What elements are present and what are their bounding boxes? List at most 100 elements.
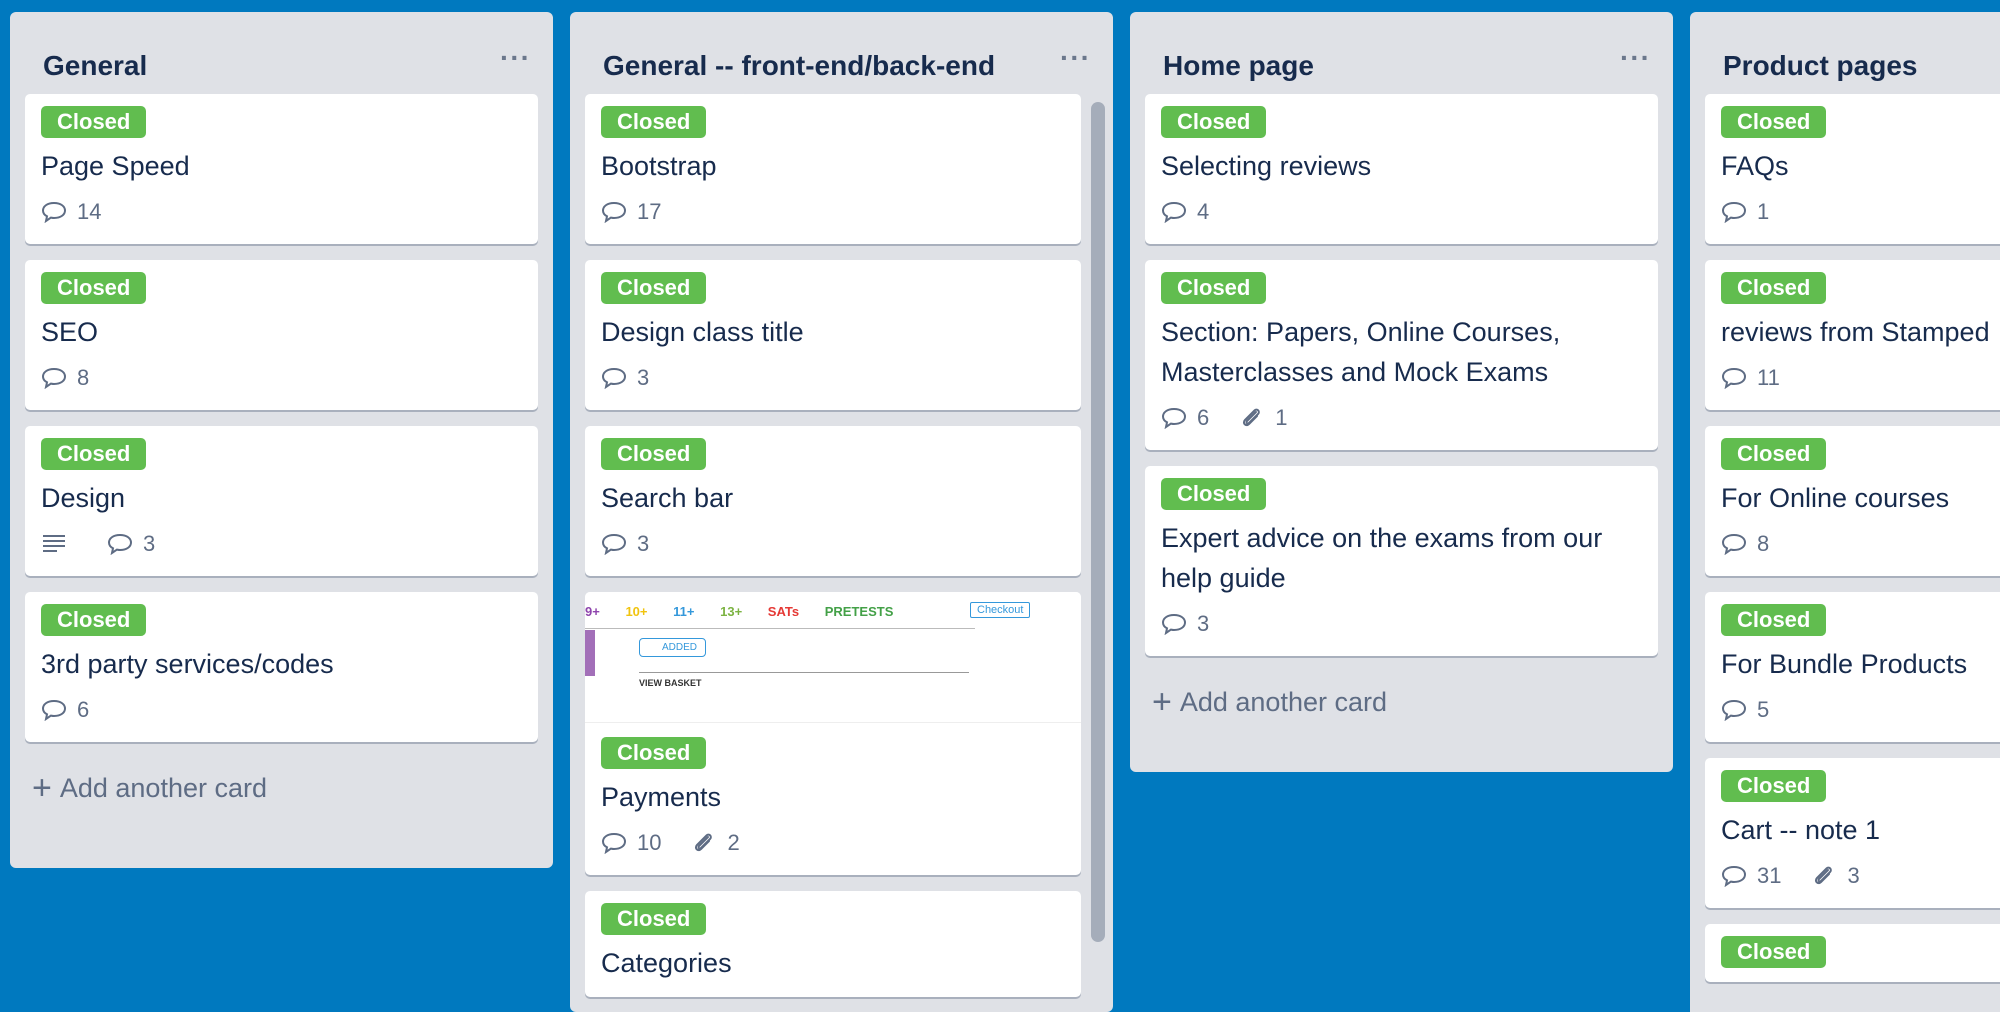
card-title: For Bundle Products bbox=[1721, 649, 1968, 679]
comment-icon bbox=[601, 201, 627, 223]
card[interactable]: Closed For Bundle Products 5 bbox=[1705, 592, 2000, 742]
label-closed[interactable]: Closed bbox=[41, 604, 147, 636]
label-closed[interactable]: Closed bbox=[1721, 604, 1827, 636]
label-closed[interactable]: Closed bbox=[601, 106, 707, 138]
card-title: For Online courses bbox=[1721, 483, 1950, 513]
cover-tab: 10+ bbox=[625, 604, 648, 619]
comments-badge: 3 bbox=[107, 531, 155, 557]
comment-icon bbox=[601, 367, 627, 389]
card[interactable]: Closed Selecting reviews 4 bbox=[1145, 94, 1658, 244]
add-card-button[interactable]: + Add another card bbox=[1130, 672, 1673, 732]
comment-icon bbox=[107, 533, 133, 555]
card-badges: 8 bbox=[1721, 526, 2000, 562]
cover-tab: SATs bbox=[767, 604, 800, 619]
comment-count: 5 bbox=[1757, 697, 1770, 722]
comment-icon bbox=[1721, 865, 1747, 887]
card[interactable]: Closed reviews from Stamped 11 bbox=[1705, 260, 2000, 410]
card-title: Payments bbox=[601, 782, 722, 812]
card-badges: 14 bbox=[41, 194, 522, 230]
card-badges: 6 1 bbox=[1161, 400, 1642, 436]
list-menu-button[interactable]: ··· bbox=[1060, 42, 1091, 74]
comment-icon bbox=[1161, 407, 1187, 429]
card-list: Closed Page Speed 14 Closed SEO 8 Closed… bbox=[10, 94, 553, 742]
card[interactable]: Closed Design class title 3 bbox=[585, 260, 1081, 410]
label-closed[interactable]: Closed bbox=[1721, 106, 1827, 138]
card[interactable]: Closed For Online courses 8 bbox=[1705, 426, 2000, 576]
plus-icon: + bbox=[32, 769, 52, 807]
card-badges: 3 bbox=[1161, 606, 1642, 642]
label-closed[interactable]: Closed bbox=[601, 903, 707, 935]
card[interactable]: Closed FAQs 1 bbox=[1705, 94, 2000, 244]
attachment-count: 2 bbox=[727, 830, 740, 855]
comment-icon bbox=[1721, 533, 1747, 555]
card[interactable]: Closed Page Speed 14 bbox=[25, 94, 538, 244]
card[interactable]: Closed Search bar 3 bbox=[585, 426, 1081, 576]
label-closed[interactable]: Closed bbox=[1721, 438, 1827, 470]
card-badges: 11 bbox=[1721, 360, 2000, 396]
list-menu-button[interactable]: ··· bbox=[500, 42, 531, 74]
card[interactable]: Closed bbox=[1705, 924, 2000, 982]
comments-badge: 31 bbox=[1721, 863, 1781, 889]
label-closed[interactable]: Closed bbox=[41, 438, 147, 470]
list-scrollbar[interactable] bbox=[1091, 102, 1105, 942]
comment-icon bbox=[1161, 613, 1187, 635]
list-header: General -- front-end/back-end ··· bbox=[570, 12, 1113, 94]
card-title: reviews from Stamped bbox=[1721, 317, 1990, 347]
label-closed[interactable]: Closed bbox=[601, 438, 707, 470]
card-title: 3rd party services/codes bbox=[41, 649, 334, 679]
card-title: Bootstrap bbox=[601, 151, 717, 181]
label-closed[interactable]: Closed bbox=[601, 737, 707, 769]
card-title: Design bbox=[41, 483, 126, 513]
comment-count: 8 bbox=[77, 365, 90, 390]
card-title: Selecting reviews bbox=[1161, 151, 1372, 181]
attachment-count: 3 bbox=[1847, 863, 1860, 888]
label-closed[interactable]: Closed bbox=[41, 272, 147, 304]
label-closed[interactable]: Closed bbox=[1161, 478, 1267, 510]
label-closed[interactable]: Closed bbox=[1161, 272, 1267, 304]
comments-badge: 11 bbox=[1721, 365, 1780, 391]
card-title: Section: Papers, Online Courses, Masterc… bbox=[1161, 317, 1561, 387]
card[interactable]: Closed Bootstrap 17 bbox=[585, 94, 1081, 244]
list-title[interactable]: Product pages bbox=[1723, 50, 1917, 82]
card[interactable]: Closed Cart -- note 1 31 3 bbox=[1705, 758, 2000, 908]
comment-count: 3 bbox=[143, 531, 156, 556]
comment-icon bbox=[41, 699, 67, 721]
label-closed[interactable]: Closed bbox=[1161, 106, 1267, 138]
comments-badge: 4 bbox=[1161, 199, 1209, 225]
card-title: FAQs bbox=[1721, 151, 1789, 181]
comment-icon bbox=[601, 533, 627, 555]
list-title[interactable]: General -- front-end/back-end bbox=[603, 50, 995, 82]
card-badges: 3 bbox=[41, 526, 522, 562]
list-menu-button[interactable]: ··· bbox=[1620, 42, 1651, 74]
list-home-page: Home page ··· Closed Selecting reviews 4… bbox=[1130, 12, 1673, 772]
card[interactable]: Closed Design 3 bbox=[25, 426, 538, 576]
comment-count: 6 bbox=[1197, 405, 1210, 430]
add-card-button[interactable]: + Add another card bbox=[10, 758, 553, 818]
label-closed[interactable]: Closed bbox=[41, 106, 147, 138]
card[interactable]: Closed 3rd party services/codes 6 bbox=[25, 592, 538, 742]
comment-count: 11 bbox=[1757, 365, 1780, 390]
label-closed[interactable]: Closed bbox=[1721, 936, 1827, 968]
label-closed[interactable]: Closed bbox=[601, 272, 707, 304]
card-title: Search bar bbox=[601, 483, 734, 513]
card-badges: 3 bbox=[601, 360, 1065, 396]
card[interactable]: Closed Section: Papers, Online Courses, … bbox=[1145, 260, 1658, 450]
card[interactable]: 9+ 10+ 11+ 13+ SATs PRETESTS Checkout AD… bbox=[585, 592, 1081, 875]
comment-count: 3 bbox=[637, 531, 650, 556]
card[interactable]: Closed SEO 8 bbox=[25, 260, 538, 410]
card-badges: 8 bbox=[41, 360, 522, 396]
card-title: SEO bbox=[41, 317, 99, 347]
add-card-label: Add another card bbox=[1179, 686, 1387, 717]
paperclip-icon bbox=[1243, 408, 1261, 427]
comments-badge: 14 bbox=[41, 199, 101, 225]
list-title[interactable]: Home page bbox=[1163, 50, 1314, 82]
label-closed[interactable]: Closed bbox=[1721, 770, 1827, 802]
label-closed[interactable]: Closed bbox=[1721, 272, 1827, 304]
card[interactable]: Closed Categories bbox=[585, 891, 1081, 997]
card-title: Design class title bbox=[601, 317, 804, 347]
comments-badge: 8 bbox=[1721, 531, 1769, 557]
comment-count: 8 bbox=[1757, 531, 1770, 556]
card-badges: 3 bbox=[601, 526, 1065, 562]
card[interactable]: Closed Expert advice on the exams from o… bbox=[1145, 466, 1658, 656]
list-title[interactable]: General bbox=[43, 50, 147, 82]
